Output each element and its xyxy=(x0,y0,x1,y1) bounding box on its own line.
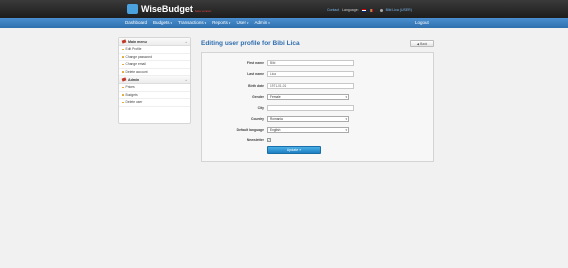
chevron-down-icon: ▾ xyxy=(345,117,347,121)
logout-link[interactable]: Logout xyxy=(415,20,429,25)
chevron-down-icon: ▾ xyxy=(345,128,347,132)
sidebar-item-edit-profile[interactable]: Edit Profile xyxy=(119,46,190,54)
sidebar-item-prices[interactable]: Prices xyxy=(119,84,190,92)
chevron-down-icon: ▾ xyxy=(228,21,231,25)
chevron-down-icon: ▾ xyxy=(204,21,207,25)
update-button[interactable]: Update » xyxy=(267,146,321,154)
city-input[interactable] xyxy=(267,105,354,111)
gender-select[interactable]: Female ▾ xyxy=(267,94,349,100)
first-name-row: First name Bibi xyxy=(202,60,435,68)
gender-label: Gender xyxy=(252,95,264,99)
nav-user[interactable]: User▾ xyxy=(236,20,248,25)
newsletter-row: Newsletter ✓ xyxy=(202,137,435,145)
last-name-input[interactable]: Lica xyxy=(267,71,354,77)
page-title: Editing user profile for Bibi Lica xyxy=(201,40,300,47)
last-name-label: Last name xyxy=(247,72,264,76)
logo-icon xyxy=(127,4,138,14)
user-link[interactable]: Bibi Lica (USER) xyxy=(386,8,412,12)
collapse-icon[interactable]: « xyxy=(185,40,187,44)
sidebar-item-budgets[interactable]: Budgets xyxy=(119,92,190,99)
chevron-down-icon: ▾ xyxy=(246,21,249,25)
language-label: Language: xyxy=(342,8,359,12)
country-row: Country Romania ▾ xyxy=(202,116,435,124)
nav-transactions[interactable]: Transactions▾ xyxy=(178,20,206,25)
romanian-flag-icon[interactable] xyxy=(368,8,373,12)
country-label: Country xyxy=(251,117,264,121)
logo-text: WiseBudget xyxy=(141,4,193,14)
pencil-icon xyxy=(121,39,127,44)
nav-budgets[interactable]: Budgets▾ xyxy=(153,20,172,25)
first-name-label: First name xyxy=(246,61,264,65)
top-right-links: Contact Language: Bibi Lica (USER) xyxy=(327,8,412,12)
default-language-label: Default language xyxy=(236,128,264,132)
profile-form: First name Bibi Last name Lica Birth dat… xyxy=(201,52,434,162)
admin-header[interactable]: Admin « xyxy=(119,76,190,84)
sidebar: Main menu « Edit Profile Change password… xyxy=(118,37,191,124)
sidebar-item-change-password[interactable]: Change password xyxy=(119,54,190,61)
main-menu-title: Main menu xyxy=(128,39,147,44)
last-name-row: Last name Lica xyxy=(202,71,435,79)
nav-dashboard[interactable]: Dashboard xyxy=(125,20,147,25)
top-bar: WiseBudget beta version Contact Language… xyxy=(0,0,568,18)
sidebar-item-delete-account[interactable]: Delete account xyxy=(119,69,190,76)
back-button[interactable]: ◀ Back xyxy=(410,40,434,47)
bullet-icon xyxy=(122,56,124,58)
collapse-icon[interactable]: « xyxy=(185,78,187,82)
chevron-down-icon: ▾ xyxy=(170,21,173,25)
bullet-icon xyxy=(122,94,124,96)
contact-link[interactable]: Contact xyxy=(327,8,339,12)
city-label: City xyxy=(257,106,264,110)
pencil-icon xyxy=(121,77,127,82)
nav-admin[interactable]: Admin▾ xyxy=(254,20,269,25)
bullet-icon xyxy=(122,86,124,88)
bullet-icon xyxy=(122,63,124,65)
logo[interactable]: WiseBudget beta version xyxy=(127,4,211,14)
bullet-icon xyxy=(122,71,124,73)
default-language-row: Default language English ▾ xyxy=(202,127,435,135)
gender-row: Gender Female ▾ xyxy=(202,94,435,102)
newsletter-label: Newsletter xyxy=(246,138,264,142)
sidebar-item-change-email[interactable]: Change email xyxy=(119,61,190,69)
birth-date-row: Birth date 1971-01-01 xyxy=(202,83,435,91)
main-nav: Dashboard Budgets▾ Transactions▾ Reports… xyxy=(0,18,568,28)
sidebar-item-delete-user[interactable]: Delete user xyxy=(119,99,190,107)
chevron-down-icon: ▾ xyxy=(268,21,270,25)
first-name-input[interactable]: Bibi xyxy=(267,60,354,66)
birth-date-input[interactable]: 1971-01-01 xyxy=(267,83,354,89)
bullet-icon xyxy=(122,48,124,50)
birth-date-label: Birth date xyxy=(248,84,264,88)
newsletter-checkbox[interactable]: ✓ xyxy=(267,138,271,142)
back-arrow-icon: ◀ xyxy=(416,41,420,46)
chevron-down-icon: ▾ xyxy=(345,95,347,99)
country-select[interactable]: Romania ▾ xyxy=(267,116,349,122)
user-icon xyxy=(379,8,383,12)
logo-tagline: beta version xyxy=(194,8,212,13)
admin-title: Admin xyxy=(128,77,140,82)
default-language-select[interactable]: English ▾ xyxy=(267,127,349,133)
bullet-icon xyxy=(122,101,124,103)
nav-reports[interactable]: Reports▾ xyxy=(212,20,230,25)
main-menu-header[interactable]: Main menu « xyxy=(119,38,190,46)
city-row: City xyxy=(202,105,435,113)
english-flag-icon[interactable] xyxy=(361,8,366,12)
